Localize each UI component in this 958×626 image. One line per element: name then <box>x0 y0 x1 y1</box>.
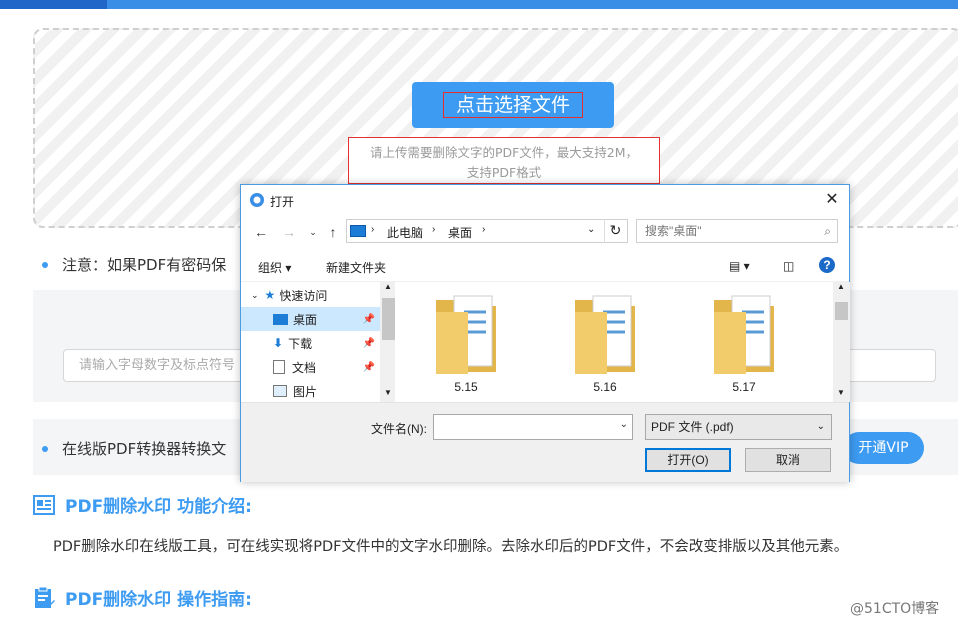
select-file-label: 点击选择文件 <box>442 92 583 118</box>
up-arrow-icon[interactable]: ↑ <box>323 222 343 242</box>
nav-item-downloads[interactable]: ⬇ 下载 📌 <box>241 331 381 355</box>
password-note-text: 注意：如果PDF有密码保 <box>62 256 227 274</box>
clipboard-edit-icon <box>35 586 55 608</box>
folder-icon <box>714 295 774 374</box>
dialog-titlebar: 打开 ✕ <box>241 185 849 215</box>
folder-icon <box>575 295 635 374</box>
upload-hint: 请上传需要删除文字的PDF文件，最大支持2M， 支持PDF格式 <box>348 137 660 184</box>
desktop-icon <box>273 313 288 325</box>
filetype-select[interactable]: PDF 文件 (.pdf) ⌄ <box>645 414 832 440</box>
nav-item-label: 文档 <box>292 360 317 375</box>
password-note: 注意：如果PDF有密码保 <box>42 254 226 275</box>
navigation-pane: ⌄ ★ 快速访问 桌面 📌 ⬇ 下载 📌 文档 📌 图片 ▲ ▼ <box>241 282 395 402</box>
section-intro-title-text: PDF删除水印 功能介绍: <box>65 497 252 517</box>
address-dropdown-icon[interactable]: ⌄ <box>587 224 595 235</box>
pin-icon: 📌 <box>362 337 375 349</box>
open-file-dialog: 打开 ✕ ← → ⌄ ↑ › 此电脑 › 桌面 › ⌄ ↻ 搜索"桌面" ⌕ 组… <box>240 184 850 482</box>
help-icon[interactable]: ? <box>819 257 835 273</box>
scrollbar-thumb[interactable] <box>835 302 848 320</box>
folder-name: 5.15 <box>454 380 478 394</box>
close-icon[interactable]: ✕ <box>821 189 843 211</box>
breadcrumb-chevron-icon[interactable]: › <box>371 224 374 235</box>
filename-dropdown-icon[interactable]: ⌄ <box>620 419 628 430</box>
new-folder-button[interactable]: 新建文件夹 <box>326 259 386 276</box>
section-guide-title-text: PDF删除水印 操作指南: <box>65 590 252 610</box>
download-icon: ⬇ <box>273 336 284 350</box>
file-list-scrollbar[interactable]: ▲ ▼ <box>833 282 850 402</box>
computer-icon <box>350 225 366 237</box>
breadcrumb-this-pc[interactable]: 此电脑 <box>387 224 423 241</box>
converter-note-text: 在线版PDF转换器转换文 <box>62 440 227 458</box>
folder-icon <box>436 295 496 374</box>
top-bar-active-segment <box>0 0 107 9</box>
bullet-dot <box>42 261 48 268</box>
view-options-icon[interactable]: ▤ ▾ <box>729 259 750 273</box>
browser-app-icon <box>250 193 264 207</box>
filetype-dropdown-icon: ⌄ <box>816 421 825 432</box>
nav-item-desktop[interactable]: 桌面 📌 <box>241 307 381 331</box>
scroll-down-icon[interactable]: ▼ <box>384 388 392 397</box>
document-list-icon <box>33 494 55 515</box>
folder-name: 5.16 <box>593 380 617 394</box>
section-guide-title: PDF删除水印 操作指南: <box>33 585 252 610</box>
nav-item-documents[interactable]: 文档 📌 <box>241 355 381 379</box>
section-intro-text: PDF删除水印在线版工具，可在线实现将PDF文件中的文字水印删除。去除水印后的P… <box>53 539 849 555</box>
breadcrumb-chevron-icon[interactable]: › <box>482 224 485 235</box>
nav-item-pictures[interactable]: 图片 <box>241 379 381 402</box>
scroll-down-icon[interactable]: ▼ <box>837 388 845 397</box>
forward-arrow-icon[interactable]: → <box>279 222 299 242</box>
nav-item-label: 快速访问 <box>279 288 328 303</box>
search-input[interactable]: 搜索"桌面" ⌕ <box>636 219 838 243</box>
upload-hint-line1: 请上传需要删除文字的PDF文件，最大支持2M， <box>369 145 639 160</box>
pin-icon: 📌 <box>362 313 375 325</box>
brand-watermark: @51CTO博客 <box>850 601 940 617</box>
search-placeholder: 搜索"桌面" <box>645 224 702 238</box>
organize-menu[interactable]: 组织 ▾ <box>258 259 291 276</box>
converter-note: 在线版PDF转换器转换文 <box>42 438 226 459</box>
file-list: 5.15 5.16 5.17 <box>398 282 834 402</box>
scroll-up-icon[interactable]: ▲ <box>837 282 845 291</box>
open-button[interactable]: 打开(O) <box>645 448 731 472</box>
top-bar <box>0 0 958 9</box>
breadcrumb-chevron-icon[interactable]: › <box>432 224 435 235</box>
back-arrow-icon[interactable]: ← <box>251 222 271 242</box>
folder-item[interactable]: 5.15 <box>416 292 516 402</box>
pin-icon: 📌 <box>362 361 375 373</box>
recent-locations-chevron-icon[interactable]: ⌄ <box>303 222 323 242</box>
open-vip-button[interactable]: 开通VIP <box>843 432 924 464</box>
picture-icon <box>273 385 287 397</box>
dialog-footer: 文件名(N): ⌄ PDF 文件 (.pdf) ⌄ 打开(O) 取消 <box>241 402 849 482</box>
filename-input[interactable]: ⌄ <box>433 414 633 440</box>
section-intro-title: PDF删除水印 功能介绍: <box>33 492 252 517</box>
filename-label: 文件名(N): <box>371 422 427 436</box>
star-icon: ★ <box>264 288 276 302</box>
folder-item[interactable]: 5.17 <box>694 292 794 402</box>
breadcrumb-desktop[interactable]: 桌面 <box>448 224 472 241</box>
refresh-icon[interactable]: ↻ <box>604 219 626 243</box>
scrollbar-thumb[interactable] <box>382 298 395 340</box>
scroll-up-icon[interactable]: ▲ <box>384 282 392 291</box>
preview-pane-icon[interactable]: ◫ <box>783 259 794 273</box>
nav-item-quick-access[interactable]: ⌄ ★ 快速访问 <box>241 283 381 307</box>
folder-item[interactable]: 5.16 <box>555 292 655 402</box>
document-icon <box>273 360 285 374</box>
folder-name: 5.17 <box>732 380 756 394</box>
dialog-toolbar: 组织 ▾ 新建文件夹 ▤ ▾ ◫ ? <box>241 251 849 281</box>
search-icon: ⌕ <box>824 224 831 238</box>
navigation-scrollbar[interactable]: ▲ ▼ <box>380 282 395 402</box>
filetype-value: PDF 文件 (.pdf) <box>651 420 734 434</box>
nav-item-label: 图片 <box>293 384 318 399</box>
expand-chevron-icon[interactable]: ⌄ <box>251 290 259 301</box>
upload-hint-line2: 支持PDF格式 <box>466 165 542 180</box>
dialog-title: 打开 <box>270 195 295 209</box>
nav-item-label: 下载 <box>288 336 313 351</box>
address-bar[interactable]: › 此电脑 › 桌面 › ⌄ <box>346 219 628 243</box>
cancel-button[interactable]: 取消 <box>745 448 831 472</box>
select-file-button[interactable]: 点击选择文件 <box>412 82 614 128</box>
nav-item-label: 桌面 <box>293 312 318 327</box>
bullet-dot <box>42 445 48 452</box>
